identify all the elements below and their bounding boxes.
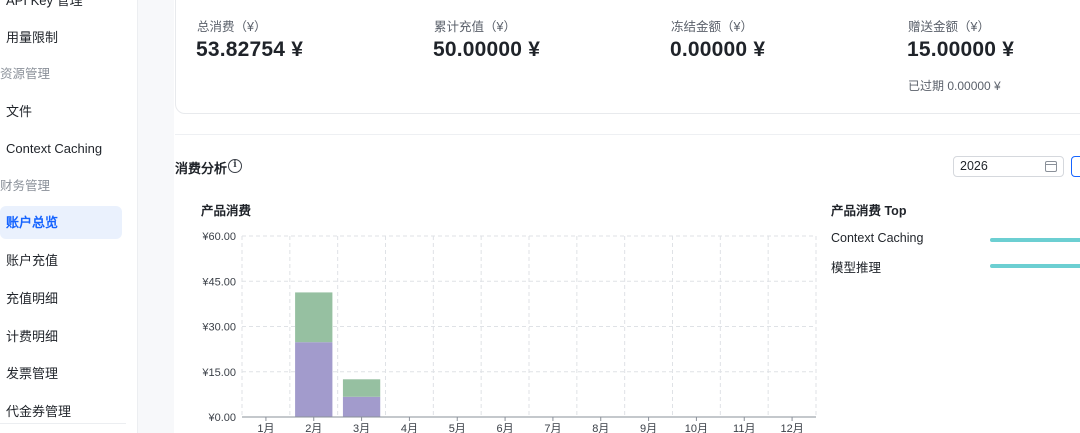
sidebar-item-account-overview[interactable]: 账户总览 bbox=[0, 206, 122, 239]
gift-amount-label: 赠送金额（¥） bbox=[908, 20, 990, 34]
x-tick-label: 1月 bbox=[257, 423, 274, 433]
y-tick-label: ¥45.00 bbox=[201, 276, 236, 288]
year-picker[interactable]: 2026 bbox=[953, 156, 1064, 177]
content-gutter bbox=[138, 0, 174, 433]
frozen-amount-value: 0.00000 ¥ bbox=[670, 38, 766, 61]
bar-segment-series-1 bbox=[342, 396, 381, 417]
x-tick-label: 6月 bbox=[497, 423, 514, 433]
y-tick-label: ¥15.00 bbox=[201, 367, 236, 379]
x-tick-label: 4月 bbox=[401, 423, 418, 433]
top-item-model-inference: 模型推理 bbox=[831, 261, 882, 275]
y-tick-label: ¥0.00 bbox=[207, 412, 236, 424]
x-tick-label: 3月 bbox=[353, 423, 370, 433]
year-picker-value: 2026 bbox=[960, 159, 988, 173]
top-item-context-caching: Context Caching bbox=[831, 231, 924, 245]
calendar-icon bbox=[1045, 161, 1057, 172]
sidebar-item-files[interactable]: 文件 bbox=[0, 95, 122, 128]
product-top-title: 产品消费 Top bbox=[831, 204, 907, 218]
sidebar-item-invoice[interactable]: 发票管理 bbox=[0, 357, 122, 390]
y-tick-label: ¥30.00 bbox=[201, 322, 236, 334]
sidebar-group-resource: 资源管理 bbox=[0, 67, 51, 81]
sidebar: API Key 管理 用量限制 资源管理 文件 Context Caching … bbox=[0, 0, 138, 433]
sidebar-item-context-caching[interactable]: Context Caching bbox=[0, 132, 122, 165]
x-tick-label: 7月 bbox=[544, 423, 561, 433]
sidebar-item-api-key[interactable]: API Key 管理 bbox=[0, 0, 122, 17]
gift-amount-value: 15.00000 ¥ bbox=[907, 38, 1015, 61]
consumption-analysis-title: 消费分析 bbox=[175, 161, 228, 176]
product-consumption-chart-title: 产品消费 bbox=[201, 204, 252, 218]
x-tick-label: 8月 bbox=[592, 423, 609, 433]
bar-segment-series-2 bbox=[295, 292, 333, 343]
sidebar-item-billing-details[interactable]: 计费明细 bbox=[0, 320, 122, 353]
total-recharge-value: 50.00000 ¥ bbox=[433, 38, 541, 61]
bar-segment-series-1 bbox=[295, 342, 333, 417]
query-button[interactable] bbox=[1071, 156, 1080, 177]
total-spend-label: 总消费（¥） bbox=[197, 20, 267, 34]
x-tick-label: 12月 bbox=[780, 423, 803, 433]
info-icon[interactable]: i bbox=[228, 159, 242, 173]
x-tick-label: 2月 bbox=[305, 423, 322, 433]
x-tick-label: 5月 bbox=[449, 423, 466, 433]
y-tick-label: ¥60.00 bbox=[201, 231, 236, 243]
sidebar-group-finance: 财务管理 bbox=[0, 179, 51, 193]
top-bar-context-caching bbox=[990, 238, 1080, 242]
top-bar-model-inference bbox=[990, 264, 1080, 268]
product-consumption-chart: ¥0.00 ¥15.00 ¥30.00 ¥45.00 ¥60.00 1月 2月 3月 4月 5月 6… bbox=[201, 231, 817, 433]
total-spend-value: 53.82754 ¥ bbox=[196, 38, 304, 61]
sidebar-divider bbox=[0, 423, 126, 424]
sidebar-item-usage-limit[interactable]: 用量限制 bbox=[0, 21, 122, 54]
frozen-amount-label: 冻结金额（¥） bbox=[671, 20, 753, 34]
x-tick-label: 9月 bbox=[640, 423, 657, 433]
section-divider bbox=[175, 134, 1080, 135]
gift-expired-text: 已过期 0.00000 ¥ bbox=[908, 79, 1001, 93]
sidebar-item-recharge[interactable]: 账户充值 bbox=[0, 244, 122, 277]
sidebar-item-recharge-details[interactable]: 充值明细 bbox=[0, 282, 122, 315]
stats-card: 总消费（¥） 53.82754 ¥ 累计充值（¥） 50.00000 ¥ 冻结金… bbox=[175, 0, 1080, 114]
total-recharge-label: 累计充值（¥） bbox=[434, 20, 516, 34]
bar-segment-series-2 bbox=[342, 379, 381, 397]
x-tick-label: 11月 bbox=[733, 423, 755, 433]
x-tick-label: 10月 bbox=[685, 423, 708, 433]
